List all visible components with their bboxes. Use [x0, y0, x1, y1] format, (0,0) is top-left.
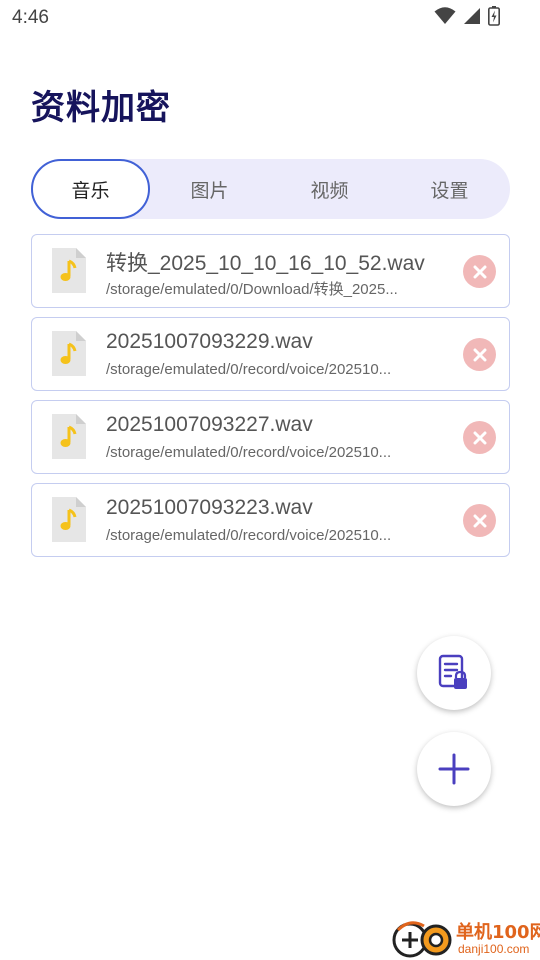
watermark-url: danji100.com: [458, 942, 530, 956]
page-title: 资料加密: [31, 88, 171, 128]
watermark-logo: [392, 921, 452, 958]
close-circle-icon: [473, 348, 486, 361]
status-icons: [434, 6, 500, 26]
music-file-icon: [52, 414, 86, 459]
list-item[interactable]: 20251007093227.wav /storage/emulated/0/r…: [31, 400, 510, 474]
file-name: 转换_2025_10_10_16_10_52.wav: [106, 252, 425, 275]
locked-document-icon: [438, 654, 467, 689]
watermark: 单机100网 danji100.com: [390, 918, 540, 960]
encrypted-list-button[interactable]: [417, 636, 491, 710]
tab-music[interactable]: 音乐: [31, 159, 150, 219]
file-name: 20251007093227.wav: [106, 413, 313, 436]
file-name: 20251007093223.wav: [106, 496, 313, 519]
signal-icon: [464, 8, 480, 24]
watermark-title: 单机100网: [456, 922, 540, 943]
battery-icon: [488, 6, 500, 26]
file-path: /storage/emulated/0/record/voice/202510.…: [106, 361, 392, 378]
close-circle-icon: [473, 514, 486, 527]
list-item[interactable]: 转换_2025_10_10_16_10_52.wav /storage/emul…: [31, 234, 510, 308]
close-circle-icon: [473, 265, 486, 278]
close-circle-icon: [473, 431, 486, 444]
music-file-icon: [52, 497, 86, 542]
file-path: /storage/emulated/0/record/voice/202510.…: [106, 444, 392, 461]
plus-icon: [438, 753, 470, 785]
file-path: /storage/emulated/0/Download/转换_2025...: [106, 281, 398, 298]
tab-videos[interactable]: 视频: [270, 159, 389, 219]
file-name: 20251007093229.wav: [106, 330, 313, 353]
tab-bar: 音乐 图片 视频 设置: [31, 159, 510, 219]
file-path: /storage/emulated/0/record/voice/202510.…: [106, 527, 392, 544]
status-bar: 4:46: [0, 0, 540, 36]
delete-button[interactable]: [463, 255, 496, 288]
delete-button[interactable]: [463, 504, 496, 537]
delete-button[interactable]: [463, 421, 496, 454]
add-file-button[interactable]: [417, 732, 491, 806]
list-item[interactable]: 20251007093229.wav /storage/emulated/0/r…: [31, 317, 510, 391]
tab-settings[interactable]: 设置: [390, 159, 509, 219]
list-item[interactable]: 20251007093223.wav /storage/emulated/0/r…: [31, 483, 510, 557]
delete-button[interactable]: [463, 338, 496, 371]
tab-images[interactable]: 图片: [150, 159, 269, 219]
status-time: 4:46: [12, 7, 49, 28]
music-file-icon: [52, 331, 86, 376]
wifi-icon: [434, 7, 456, 24]
music-file-icon: [52, 248, 86, 293]
